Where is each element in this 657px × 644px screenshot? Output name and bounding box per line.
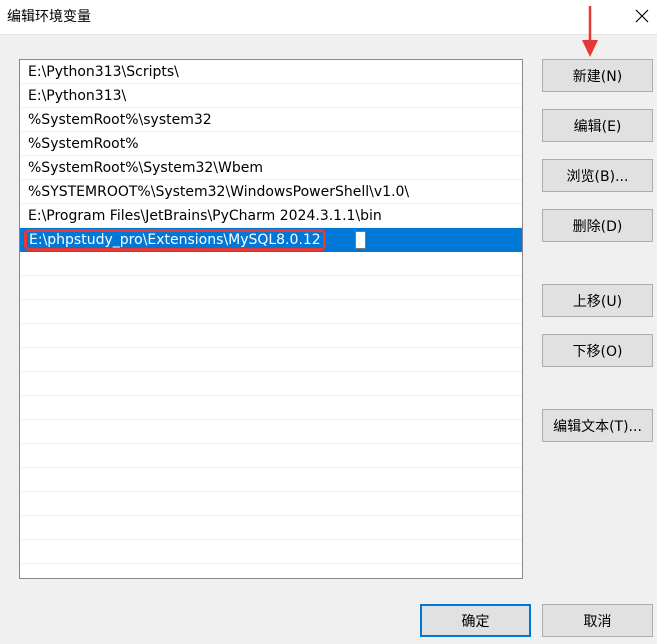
empty-list-row[interactable] xyxy=(20,516,522,540)
cancel-button[interactable]: 取消 xyxy=(542,604,653,637)
empty-list-row[interactable] xyxy=(20,444,522,468)
move-down-button[interactable]: 下移(O) xyxy=(542,334,653,367)
path-list-item[interactable]: E:\Program Files\JetBrains\PyCharm 2024.… xyxy=(20,204,522,228)
path-list-item[interactable]: %SYSTEMROOT%\System32\WindowsPowerShell\… xyxy=(20,180,522,204)
path-list-item[interactable]: %SystemRoot%\system32 xyxy=(20,108,522,132)
empty-list-row[interactable] xyxy=(20,372,522,396)
path-list[interactable]: E:\Python313\Scripts\ E:\Python313\ %Syste… xyxy=(19,59,523,579)
path-edit-input[interactable]: E:\phpstudy_pro\Extensions\MySQL8.0.12 xyxy=(24,229,326,251)
browse-button[interactable]: 浏览(B)... xyxy=(542,159,653,192)
path-text: E:\Python313\Scripts\ xyxy=(28,64,179,80)
empty-list-row[interactable] xyxy=(20,468,522,492)
close-button[interactable] xyxy=(627,0,657,32)
empty-list-row[interactable] xyxy=(20,348,522,372)
path-list-item[interactable]: E:\Python313\ xyxy=(20,84,522,108)
ok-button[interactable]: 确定 xyxy=(420,604,531,637)
empty-list-row[interactable] xyxy=(20,540,522,564)
annotation-arrow-icon xyxy=(582,6,598,57)
empty-list-row[interactable] xyxy=(20,252,522,276)
empty-list-row[interactable] xyxy=(20,396,522,420)
empty-list-row[interactable] xyxy=(20,492,522,516)
title-bar: 编辑环境变量 xyxy=(0,0,657,35)
text-cursor xyxy=(355,231,366,249)
path-text: %SystemRoot%\system32 xyxy=(28,112,212,128)
path-list-item[interactable]: E:\Python313\Scripts\ xyxy=(20,60,522,84)
empty-list-row[interactable] xyxy=(20,300,522,324)
path-text: %SystemRoot% xyxy=(28,136,139,152)
edit-text-button[interactable]: 编辑文本(T)... xyxy=(542,409,653,442)
edit-button[interactable]: 编辑(E) xyxy=(542,109,653,142)
path-list-item[interactable]: %SystemRoot%\System32\Wbem xyxy=(20,156,522,180)
empty-list-row[interactable] xyxy=(20,564,522,578)
new-button[interactable]: 新建(N) xyxy=(542,59,653,92)
move-up-button[interactable]: 上移(U) xyxy=(542,284,653,317)
empty-list-row[interactable] xyxy=(20,276,522,300)
path-text: E:\Python313\ xyxy=(28,88,127,104)
path-text: %SYSTEMROOT%\System32\WindowsPowerShell\… xyxy=(28,184,410,200)
window-title: 编辑环境变量 xyxy=(7,9,91,25)
path-text: %SystemRoot%\System32\Wbem xyxy=(28,160,263,176)
path-text: E:\Program Files\JetBrains\PyCharm 2024.… xyxy=(28,208,382,224)
delete-button[interactable]: 删除(D) xyxy=(542,209,653,242)
empty-list-row[interactable] xyxy=(20,420,522,444)
empty-list-row[interactable] xyxy=(20,324,522,348)
path-list-item-editing[interactable]: E:\phpstudy_pro\Extensions\MySQL8.0.12 xyxy=(20,228,522,252)
close-icon xyxy=(635,9,649,23)
path-list-item[interactable]: %SystemRoot% xyxy=(20,132,522,156)
